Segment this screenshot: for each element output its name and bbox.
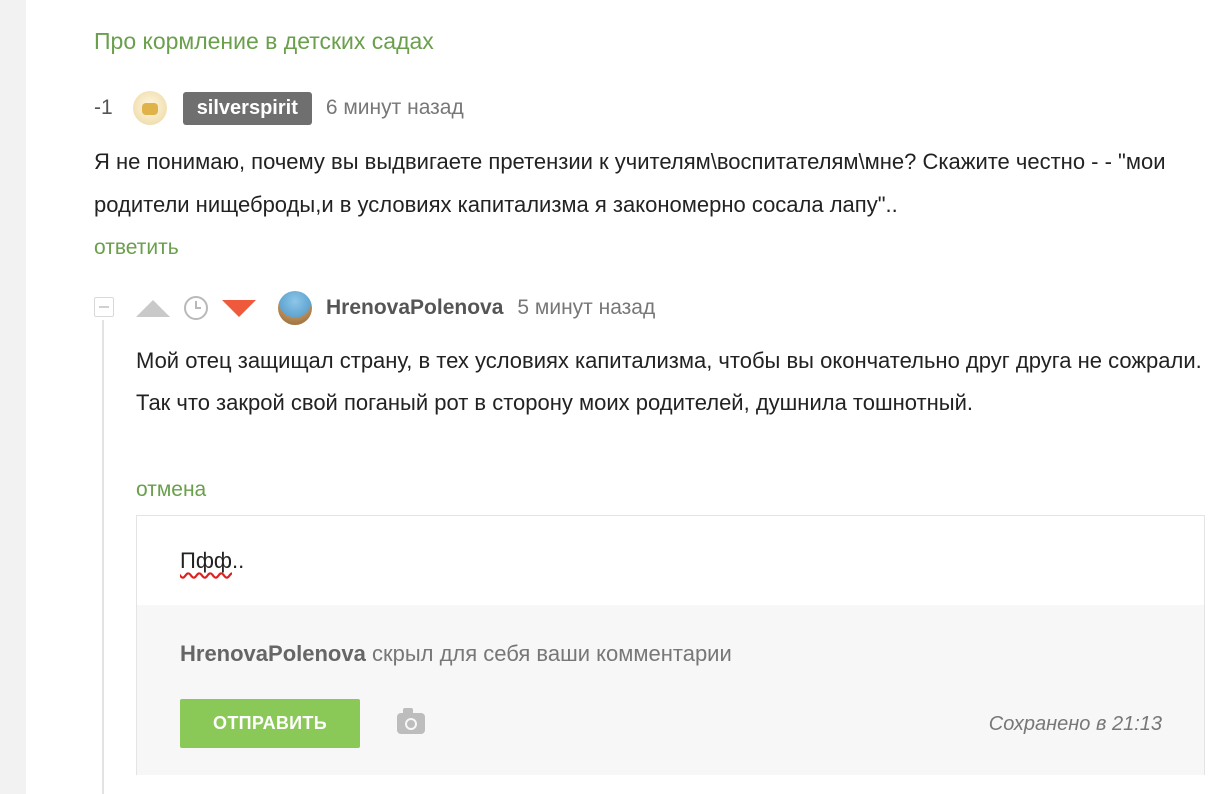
- notice-user: HrenovaPolenova: [180, 641, 366, 666]
- draft-text: Пфф..: [180, 548, 244, 574]
- reply-link[interactable]: ответить: [94, 236, 179, 260]
- arrow-down-icon[interactable]: [222, 299, 256, 317]
- comment-author[interactable]: silverspirit: [182, 91, 312, 125]
- minus-icon[interactable]: [94, 297, 114, 317]
- reply-author[interactable]: HrenovaPolenova: [326, 296, 503, 320]
- spellcheck-word: Пфф: [180, 548, 233, 573]
- reply-header: HrenovaPolenova 5 минут назад: [136, 290, 655, 326]
- comment-header: -1 silverspirit 6 минут назад: [94, 90, 464, 126]
- comments-page: Про кормление в детских садах -1 silvers…: [26, 0, 1221, 794]
- draft-suffix: ..: [232, 548, 245, 573]
- comment-body: Я не понимаю, почему вы выдвигаете прете…: [94, 149, 1166, 217]
- reply-input[interactable]: Пфф..: [137, 516, 1204, 606]
- reply-time[interactable]: 5 минут назад: [517, 296, 655, 320]
- thread-line[interactable]: [102, 320, 104, 794]
- comment-rating: -1: [94, 96, 113, 119]
- reply-editor: Пфф.. HrenovaPolenova скрыл для себя ваш…: [136, 515, 1205, 775]
- arrow-up-icon[interactable]: [136, 299, 170, 317]
- save-status: Сохранено в 21:13: [988, 713, 1162, 735]
- camera-icon[interactable]: [397, 708, 425, 734]
- notice-text: скрыл для себя ваши комментарии: [365, 641, 732, 666]
- editor-footer: HrenovaPolenova скрыл для себя ваши комм…: [137, 605, 1204, 775]
- send-button[interactable]: ОТПРАВИТЬ: [180, 699, 360, 748]
- reply-body: Мой отец защищал страну, в тех условиях …: [136, 348, 1202, 415]
- comment-time[interactable]: 6 минут назад: [326, 96, 464, 120]
- story-title-link[interactable]: Про кормление в детских садах: [94, 28, 434, 55]
- avatar-image: [141, 103, 158, 115]
- avatar[interactable]: [132, 91, 167, 125]
- avatar[interactable]: [278, 291, 312, 325]
- clock-icon[interactable]: [184, 296, 208, 320]
- cancel-link[interactable]: отмена: [136, 478, 206, 502]
- hidden-notice: HrenovaPolenova скрыл для себя ваши комм…: [180, 641, 732, 667]
